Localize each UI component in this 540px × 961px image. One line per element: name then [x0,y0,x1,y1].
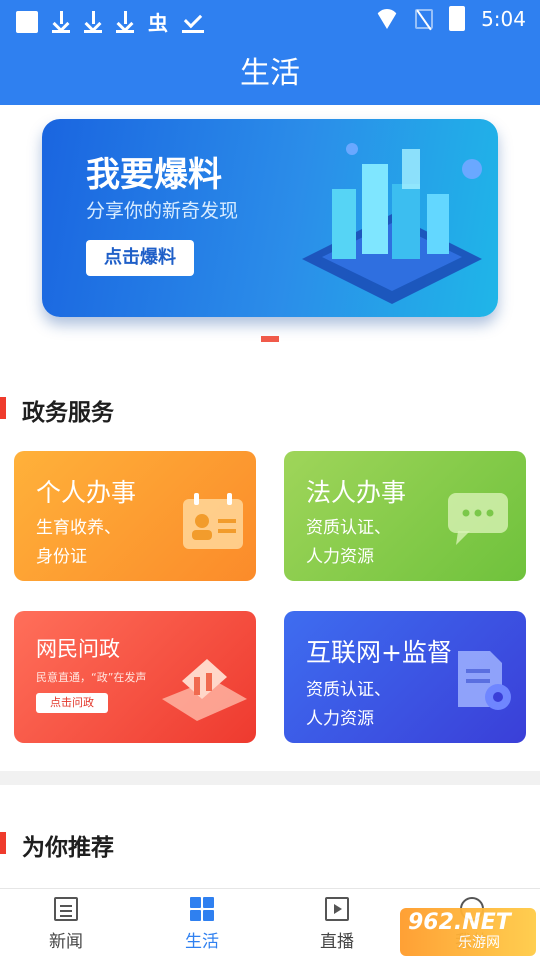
card-personal-affairs[interactable]: 个人办事 生育收养、 身份证 [14,451,256,581]
watermark-text: 乐游网 [458,935,500,951]
watermark-logo: 962.NET 乐游网 [400,908,536,956]
section-gov-services: 政务服务 [0,393,540,426]
banner-subtitle: 分享你的新奇发现 [86,200,239,222]
play-icon [325,897,349,921]
card-title: 互联网+监督 [306,638,452,667]
city-illustration [302,143,482,304]
page-title: 生活 [240,56,300,91]
nav-label: 直播 [320,932,354,952]
card-line2: 人力资源 [306,709,374,729]
nav-item-life[interactable]: 生活 [162,897,242,952]
section-marker [0,832,6,854]
nav-label: 新闻 [49,932,83,952]
banner-title: 我要爆料 [86,155,222,195]
notification-square-icon [16,10,38,33]
carousel-indicator[interactable] [261,336,279,342]
grid-icon [190,897,214,921]
card-corporate-affairs[interactable]: 法人办事 资质认证、 人力资源 [284,451,526,581]
card-title: 法人办事 [306,478,407,507]
nav-label: 生活 [185,932,219,952]
app-notification-icon: 虫 [148,11,168,35]
news-icon [54,897,78,921]
wifi-icon [375,8,400,29]
status-bar: 虫 5:04 [0,0,540,36]
section-title: 政务服务 [22,400,114,426]
nav-item-news[interactable]: 新闻 [26,897,106,952]
card-line1: 资质认证、 [306,680,391,700]
section-recommend: 为你推荐 [0,828,540,861]
card-line2: 人力资源 [306,547,374,567]
download-icon [116,10,134,33]
government-building-icon [162,659,247,721]
section-marker [0,397,6,419]
card-title: 网民问政 [36,637,120,661]
card-internet-supervision[interactable]: 互联网+监督 资质认证、 人力资源 [284,611,526,743]
section-title: 为你推荐 [22,835,114,861]
card-subtitle: 民意直通，“政”在发声 [36,671,147,684]
card-line1: 生育收养、 [36,518,121,538]
section-divider [0,771,540,785]
nav-item-live[interactable]: 直播 [297,897,377,952]
no-sim-icon [415,8,434,29]
download-icon [84,10,102,33]
document-gear-icon [458,651,511,710]
battery-icon [449,6,466,31]
app-header: 虫 5:04 生活 [0,0,540,105]
report-banner[interactable]: 我要爆料 分享你的新奇发现 点击爆料 [42,119,498,317]
download-icon [52,10,70,33]
report-button[interactable]: 点击爆料 [86,240,194,276]
download-done-icon [182,11,204,33]
card-line2: 身份证 [36,547,87,567]
card-title: 个人办事 [36,478,137,507]
inquiry-button[interactable]: 点击问政 [36,693,108,713]
clock: 5:04 [481,6,526,31]
card-line1: 资质认证、 [306,518,391,538]
card-netizen-inquiry[interactable]: 网民问政 民意直通，“政”在发声 点击问政 [14,611,256,743]
chat-bubble-icon [448,493,508,545]
id-card-icon [183,493,243,549]
